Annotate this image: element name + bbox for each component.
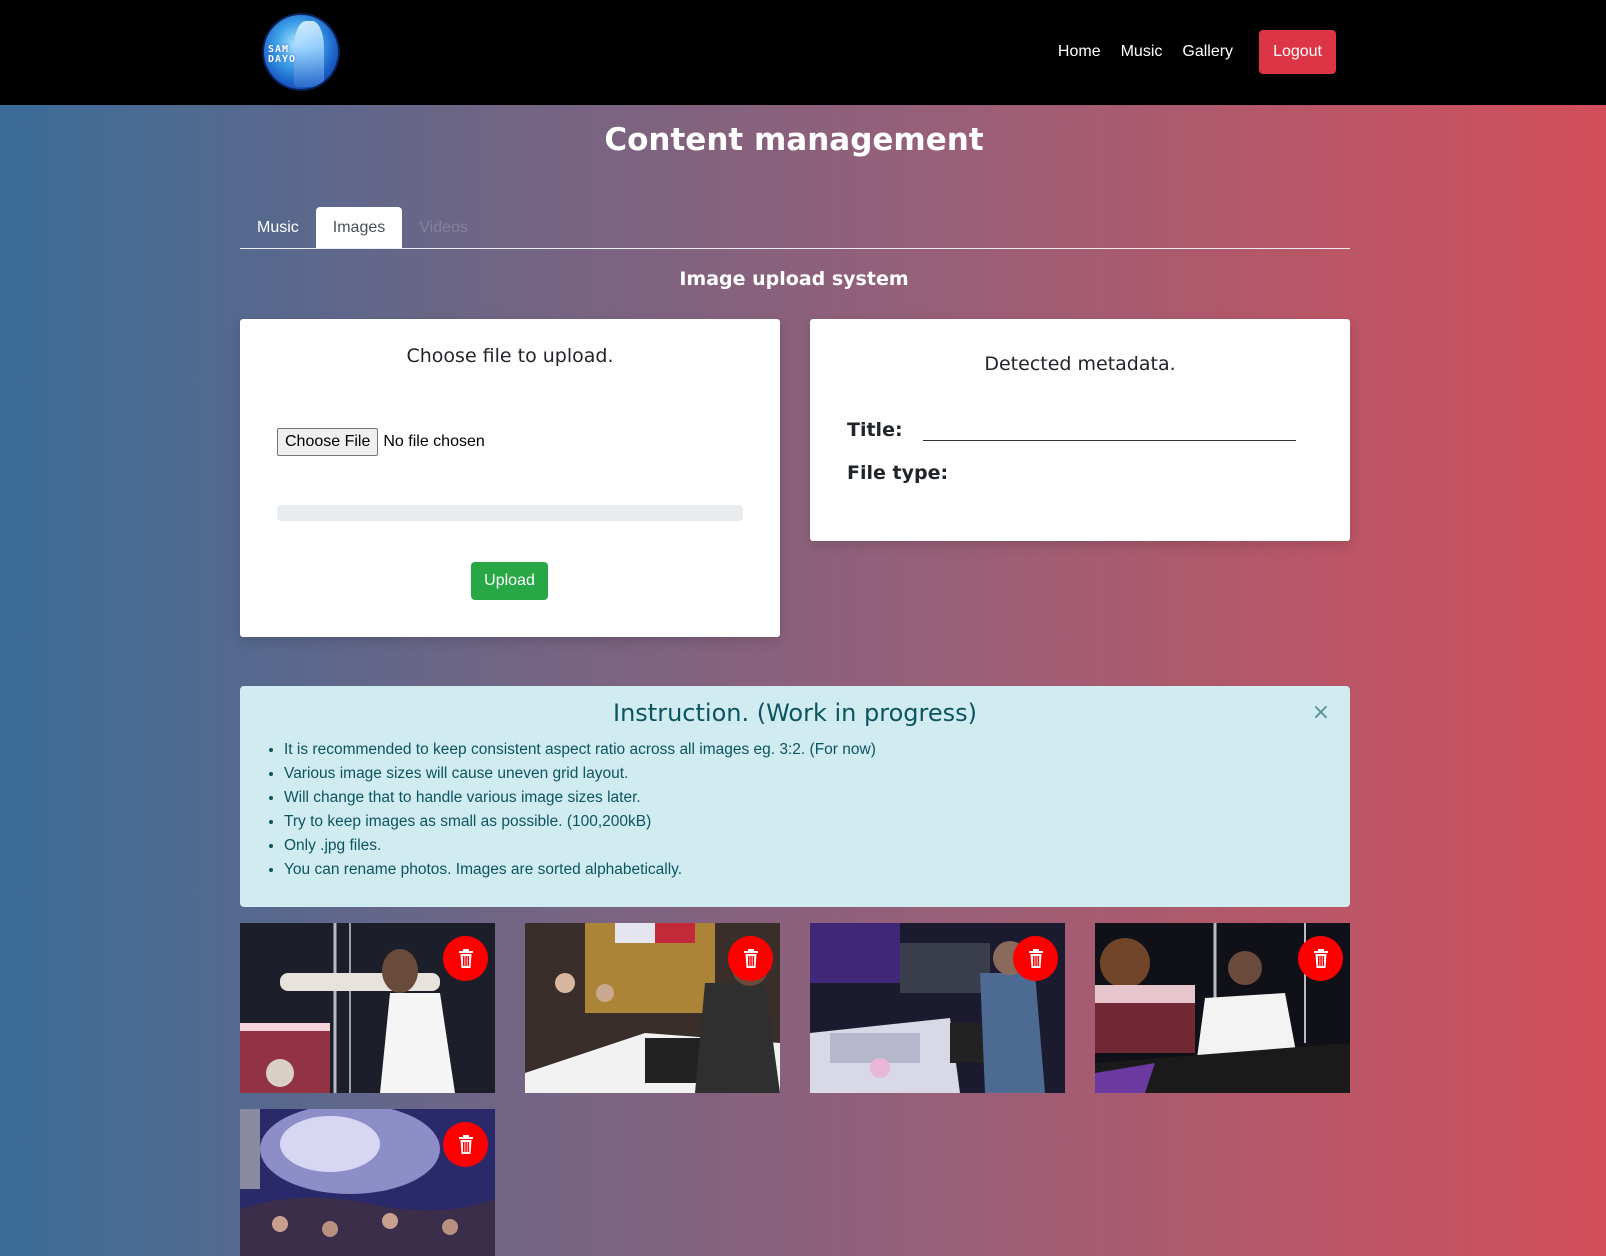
delete-button[interactable] [443, 936, 488, 981]
list-item: Only .jpg files. [284, 834, 876, 858]
list-item: Try to keep images as small as possible.… [284, 810, 876, 834]
instructions-title: Instruction. (Work in progress) [613, 699, 977, 727]
trash-icon [743, 949, 758, 968]
trash-icon [1313, 949, 1328, 968]
logout-button[interactable]: Logout [1259, 30, 1336, 74]
nav-link-music[interactable]: Music [1121, 43, 1163, 61]
metadata-file-type-label: File type: [847, 462, 949, 484]
choose-file-button[interactable]: Choose File [277, 428, 379, 456]
tab-videos: Videos [419, 218, 468, 236]
delete-button[interactable] [1013, 936, 1058, 981]
trash-icon [1028, 949, 1043, 968]
list-item: You can rename photos. Images are sorted… [284, 858, 876, 882]
metadata-card-heading: Detected metadata. [984, 353, 1176, 375]
gallery-item[interactable] [525, 923, 780, 1093]
nav-link-home[interactable]: Home [1058, 43, 1101, 61]
upload-card: Choose file to upload. Choose File No fi… [240, 319, 780, 637]
instructions-list: It is recommended to keep consistent asp… [284, 738, 876, 882]
metadata-title-row: Title: [847, 415, 1296, 441]
upload-card-heading: Choose file to upload. [406, 345, 614, 367]
metadata-title-input[interactable] [922, 415, 1296, 441]
file-input[interactable]: Choose File No file chosen [277, 428, 485, 456]
upload-button[interactable]: Upload [471, 562, 548, 600]
nav-link-gallery[interactable]: Gallery [1182, 43, 1233, 61]
metadata-card: Detected metadata. Title: File type: [810, 319, 1350, 541]
brand-logo[interactable]: SAM DAYO [262, 13, 340, 91]
navbar: SAM DAYO Home Music Gallery Logout [0, 0, 1606, 105]
gallery-item[interactable] [1095, 923, 1350, 1093]
page-title: Content management [604, 122, 984, 158]
gallery-item[interactable] [240, 923, 495, 1093]
delete-button[interactable] [728, 936, 773, 981]
tab-bar: Music Images Videos [240, 207, 1350, 249]
metadata-title-label: Title: [847, 419, 903, 441]
nav-links: Home Music Gallery Logout [1038, 30, 1336, 74]
upload-progress-bar [277, 505, 743, 521]
delete-button[interactable] [443, 1122, 488, 1167]
trash-icon [458, 1135, 473, 1154]
instructions-alert: Instruction. (Work in progress) × It is … [240, 686, 1350, 907]
close-icon[interactable]: × [1312, 700, 1330, 725]
trash-icon [458, 949, 473, 968]
file-status: No file chosen [383, 433, 485, 450]
list-item: Various image sizes will cause uneven gr… [284, 762, 876, 786]
section-title: Image upload system [679, 268, 909, 290]
list-item: It is recommended to keep consistent asp… [284, 738, 876, 762]
gallery-item[interactable] [810, 923, 1065, 1093]
tab-music[interactable]: Music [240, 207, 316, 248]
logo-text: SAM DAYO [268, 44, 297, 65]
list-item: Will change that to handle various image… [284, 786, 876, 810]
delete-button[interactable] [1298, 936, 1343, 981]
tab-images[interactable]: Images [315, 207, 403, 248]
metadata-file-type-row: File type: [847, 462, 948, 484]
gallery-item[interactable] [240, 1109, 495, 1256]
